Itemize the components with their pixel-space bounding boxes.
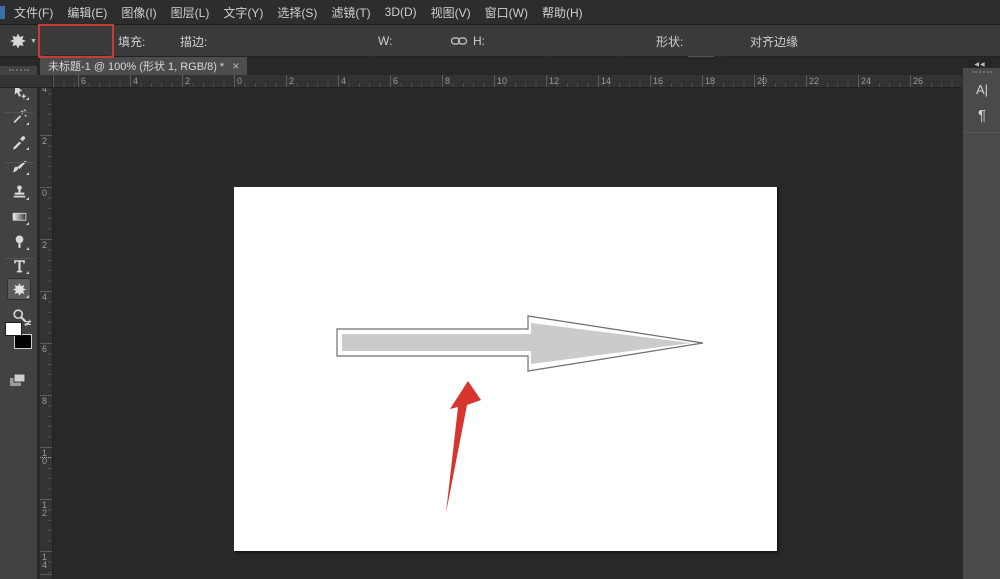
type-tool-icon (11, 257, 28, 274)
eyedropper-tool[interactable] (7, 130, 31, 152)
ruler-label: 14 (601, 76, 611, 86)
character-panel-button[interactable]: A| (968, 78, 996, 100)
options-bar: ▼ 形状 ▲▼ 填充: 描边: 4.96 点 ▼ ▼ W: 400.06 H: … (0, 25, 1000, 57)
gradient-tool-icon (11, 208, 28, 225)
screen-mode-button[interactable] (8, 371, 28, 394)
background-color-swatch[interactable] (14, 334, 32, 349)
menu-item[interactable]: 视图(V) (431, 4, 471, 21)
eyedropper-tool-icon (11, 133, 28, 150)
ruler-label: 4 (42, 88, 47, 93)
menu-bar: 文件(F) 编辑(E) 图像(I) 图层(L) 文字(Y) 选择(S) 滤镜(T) 3D(D)… (0, 0, 1000, 25)
ruler-label: 4 (341, 76, 346, 86)
gradient-tool[interactable] (7, 205, 31, 227)
ruler-label: 22 (809, 76, 819, 86)
menu-item[interactable]: 编辑(E) (67, 4, 107, 21)
screen-mode-icon (8, 371, 28, 389)
dropdown-caret-icon: ▼ (30, 38, 37, 45)
ruler-label: 4 (133, 76, 138, 86)
menu-item[interactable]: 3D(D) (385, 5, 417, 19)
dock-grip[interactable] (972, 71, 992, 73)
menu-item[interactable]: 滤镜(T) (331, 4, 370, 21)
shape-preset-label: 形状: (656, 25, 683, 57)
ruler-label: 6 (393, 76, 398, 86)
ruler-label: 16 (653, 76, 663, 86)
annotation-arrow (446, 381, 481, 513)
magic-wand-tool[interactable] (7, 105, 31, 127)
ruler-label: 2 (289, 76, 294, 86)
horizontal-ruler[interactable]: 64202468101214161820222426 (53, 75, 962, 88)
ruler-label: 0 (42, 189, 47, 197)
document-canvas[interactable] (234, 187, 777, 551)
ruler-label: 8 (445, 76, 450, 86)
ruler-label: 20 (757, 76, 767, 86)
custom-shape-tool-icon (11, 281, 28, 298)
ruler-label: 18 (705, 76, 715, 86)
foreground-color-swatch[interactable] (5, 322, 22, 336)
custom-shape-tool-preset-icon[interactable]: ▼ (8, 25, 37, 57)
fill-label: 填充: (118, 25, 145, 57)
document-tab[interactable]: 未标题-1 @ 100% (形状 1, RGB/8) * × (40, 57, 247, 75)
menu-item[interactable]: 选择(S) (277, 4, 317, 21)
app-icon-partial (0, 6, 5, 19)
width-label: W: (378, 25, 392, 57)
ruler-label: 1 2 (42, 501, 47, 517)
ruler-label: 1 0 (42, 449, 47, 465)
clone-stamp-tool-icon (11, 183, 28, 200)
menu-item[interactable]: 文件(F) (14, 4, 53, 21)
dodge-tool-icon (11, 233, 28, 250)
menu-item[interactable]: 图像(I) (121, 4, 156, 21)
custom-shape-icon (8, 31, 28, 51)
custom-shape-tool[interactable] (7, 278, 31, 300)
canvas-area[interactable] (53, 88, 962, 579)
menu-item[interactable]: 图层(L) (171, 4, 210, 21)
ruler-label: 10 (497, 76, 507, 86)
menu-item[interactable]: 窗口(W) (485, 4, 528, 21)
link-dimensions-icon[interactable] (450, 25, 468, 57)
ruler-label: 8 (42, 397, 47, 405)
paragraph-panel-button[interactable]: ¶ (968, 104, 996, 126)
brush-tool[interactable] (7, 155, 31, 177)
tool-palette: ⇄ (0, 66, 38, 579)
ruler-label: 26 (913, 76, 923, 86)
ruler-label: 24 (861, 76, 871, 86)
menu-item[interactable]: 文字(Y) (223, 4, 263, 21)
ruler-label: 0 (237, 76, 242, 86)
panel-dock: A| ¶ (962, 68, 1000, 579)
magic-wand-tool-icon (11, 108, 28, 125)
document-tab-title: 未标题-1 @ 100% (形状 1, RGB/8) * (48, 58, 224, 74)
close-tab-icon[interactable]: × (232, 59, 239, 73)
align-edges-label: 对齐边缘 (750, 25, 798, 57)
dodge-tool[interactable] (7, 230, 31, 252)
arrow-shape-layer (234, 187, 777, 551)
ruler-label: 1 4 (42, 553, 47, 569)
ruler-label: 6 (42, 345, 47, 353)
ruler-origin-corner[interactable] (0, 75, 53, 88)
vertical-ruler[interactable]: 4 2 0 2 4 6 8 1 0 1 2 1 4 (40, 88, 53, 579)
swap-colors-icon[interactable]: ⇄ (24, 318, 32, 329)
ruler-label: 2 (42, 241, 47, 249)
clone-stamp-tool[interactable] (7, 180, 31, 202)
ruler-label: 6 (81, 76, 86, 86)
ruler-label: 2 (42, 137, 47, 145)
menu-item[interactable]: 帮助(H) (542, 4, 583, 21)
palette-grip[interactable] (9, 69, 29, 71)
ruler-label: 4 (42, 293, 47, 301)
height-label: H: (473, 25, 485, 57)
tab-bar: 未标题-1 @ 100% (形状 1, RGB/8) * × ◀◀ (0, 57, 1000, 75)
ruler-label: 2 (185, 76, 190, 86)
brush-tool-icon (11, 158, 28, 175)
stroke-label: 描边: (180, 25, 207, 57)
ruler-label: 12 (549, 76, 559, 86)
